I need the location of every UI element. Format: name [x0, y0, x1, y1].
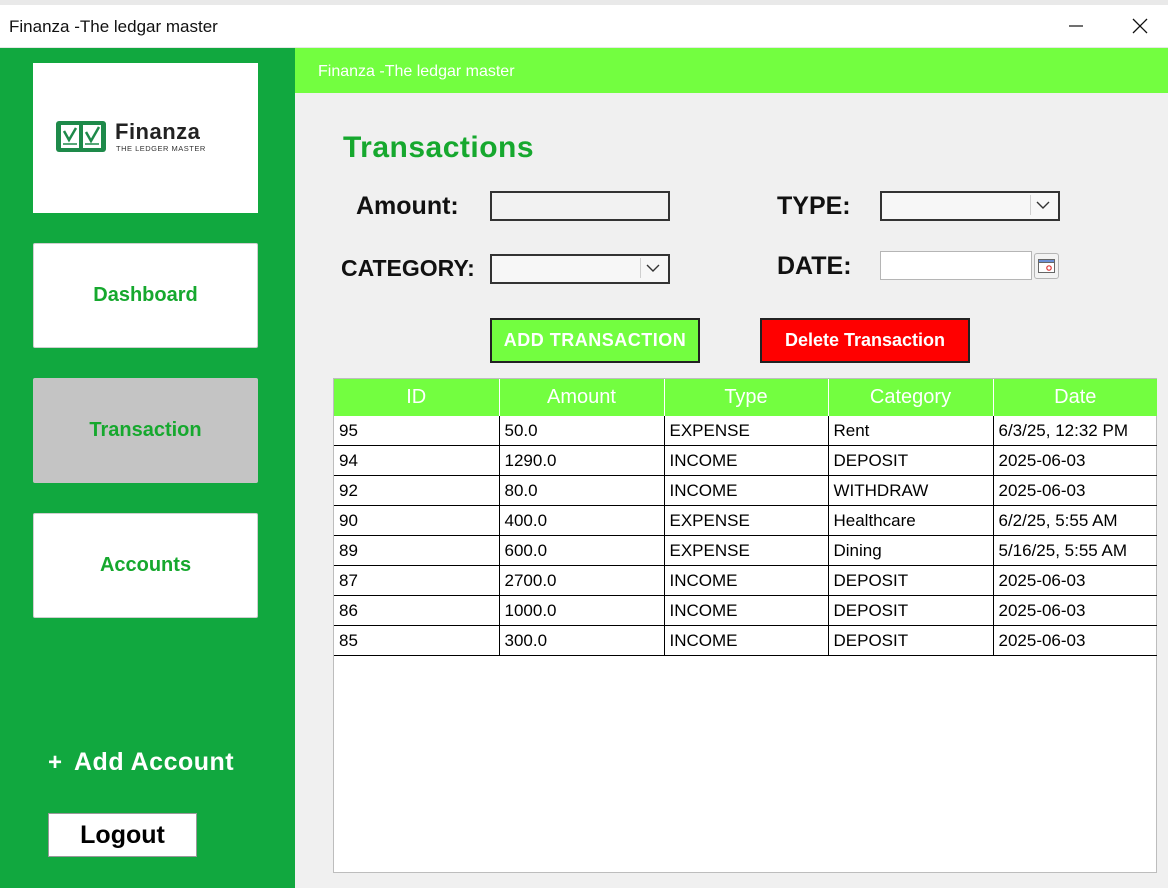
date-picker-button[interactable] — [1034, 253, 1059, 279]
date-label: DATE: — [777, 252, 852, 280]
table-row[interactable]: 85 300.0 INCOME DEPOSIT 2025-06-03 — [334, 625, 1157, 656]
cell-id: 94 — [334, 445, 500, 476]
logo-name: Finanza — [115, 119, 201, 144]
header-title: Finanza -The ledgar master — [318, 63, 515, 80]
cell-category: DEPOSIT — [828, 445, 994, 476]
nav-transaction-button[interactable]: Transaction — [33, 378, 258, 483]
close-button[interactable] — [1117, 8, 1163, 44]
nav-dashboard-label: Dashboard — [93, 284, 198, 306]
cell-id: 92 — [334, 475, 500, 506]
type-select[interactable] — [880, 191, 1060, 221]
page-title: Transactions — [343, 131, 535, 164]
nav-accounts-button[interactable]: Accounts — [33, 513, 258, 618]
cell-category: DEPOSIT — [828, 625, 994, 656]
table-row[interactable]: 94 1290.0 INCOME DEPOSIT 2025-06-03 — [334, 445, 1157, 476]
ledger-book-icon — [56, 121, 106, 152]
column-header-type[interactable]: Type — [664, 379, 829, 416]
amount-input[interactable] — [490, 191, 670, 221]
sidebar: Finanza THE LEDGER MASTER Dashboard Tran… — [0, 48, 295, 888]
table-row[interactable]: 89 600.0 EXPENSE Dining 5/16/25, 5:55 AM — [334, 535, 1157, 566]
cell-date: 2025-06-03 — [993, 475, 1157, 506]
chevron-down-icon — [1036, 201, 1050, 209]
amount-label: Amount: — [356, 192, 459, 220]
cell-amount: 1290.0 — [499, 445, 665, 476]
close-icon — [1132, 18, 1148, 34]
cell-id: 86 — [334, 595, 500, 626]
window-title: Finanza -The ledgar master — [9, 17, 218, 36]
column-header-category[interactable]: Category — [828, 379, 994, 416]
add-transaction-button[interactable]: ADD TRANSACTION — [490, 318, 700, 363]
table-row[interactable]: 87 2700.0 INCOME DEPOSIT 2025-06-03 — [334, 565, 1157, 596]
cell-date: 6/3/25, 12:32 PM — [993, 416, 1157, 446]
cell-category: WITHDRAW — [828, 475, 994, 506]
cell-date: 2025-06-03 — [993, 445, 1157, 476]
cell-date: 2025-06-03 — [993, 565, 1157, 596]
cell-amount: 50.0 — [499, 416, 665, 446]
category-select[interactable] — [490, 254, 670, 284]
title-bar-strip — [0, 0, 1168, 5]
logo: Finanza THE LEDGER MASTER — [33, 63, 258, 213]
type-select-divider — [1030, 195, 1031, 215]
logout-button[interactable]: Logout — [48, 813, 197, 857]
cell-amount: 600.0 — [499, 535, 665, 566]
add-account-button[interactable]: + Add Account — [48, 748, 234, 777]
cell-id: 89 — [334, 535, 500, 566]
cell-type: EXPENSE — [664, 416, 829, 446]
cell-amount: 400.0 — [499, 505, 665, 536]
logo-tagline: THE LEDGER MASTER — [116, 144, 206, 153]
table-row[interactable]: 90 400.0 EXPENSE Healthcare 6/2/25, 5:55… — [334, 505, 1157, 536]
cell-amount: 300.0 — [499, 625, 665, 656]
cell-category: Dining — [828, 535, 994, 566]
cell-type: INCOME — [664, 475, 829, 506]
cell-date: 5/16/25, 5:55 AM — [993, 535, 1157, 566]
cell-type: INCOME — [664, 625, 829, 656]
cell-category: Rent — [828, 416, 994, 446]
column-header-id[interactable]: ID — [334, 379, 500, 416]
cell-id: 95 — [334, 416, 500, 446]
delete-transaction-button[interactable]: Delete Transaction — [760, 318, 970, 363]
cell-date: 2025-06-03 — [993, 625, 1157, 656]
calendar-icon — [1038, 259, 1055, 273]
table-row[interactable]: 86 1000.0 INCOME DEPOSIT 2025-06-03 — [334, 595, 1157, 626]
logout-label: Logout — [80, 820, 165, 849]
table-row[interactable]: 92 80.0 INCOME WITHDRAW 2025-06-03 — [334, 475, 1157, 506]
cell-id: 90 — [334, 505, 500, 536]
add-account-label: Add Account — [74, 748, 235, 776]
minimize-button[interactable] — [1053, 8, 1099, 44]
delete-transaction-label: Delete Transaction — [784, 330, 946, 350]
column-header-amount[interactable]: Amount — [499, 379, 665, 416]
cell-id: 85 — [334, 625, 500, 656]
chevron-down-icon — [646, 264, 660, 272]
window-title-bar: Finanza -The ledgar master — [0, 0, 1168, 48]
add-transaction-label: ADD TRANSACTION — [503, 330, 687, 350]
cell-date: 6/2/25, 5:55 AM — [993, 505, 1157, 536]
nav-accounts-label: Accounts — [99, 554, 192, 576]
cell-amount: 1000.0 — [499, 595, 665, 626]
cell-type: EXPENSE — [664, 535, 829, 566]
type-label: TYPE: — [777, 192, 851, 220]
cell-type: INCOME — [664, 595, 829, 626]
cell-id: 87 — [334, 565, 500, 596]
cell-category: Healthcare — [828, 505, 994, 536]
cell-category: DEPOSIT — [828, 595, 994, 626]
plus-icon: + — [48, 749, 63, 776]
cell-type: INCOME — [664, 445, 829, 476]
nav-dashboard-button[interactable]: Dashboard — [33, 243, 258, 348]
table-header-row: ID Amount Type Category Date — [334, 379, 1157, 416]
column-header-date[interactable]: Date — [993, 379, 1157, 416]
transactions-table[interactable]: ID Amount Type Category Date 95 50.0 EXP… — [333, 378, 1157, 873]
cell-amount: 2700.0 — [499, 565, 665, 596]
table-row[interactable]: 95 50.0 EXPENSE Rent 6/3/25, 12:32 PM — [334, 416, 1157, 446]
category-label: CATEGORY: — [341, 255, 475, 281]
cell-type: EXPENSE — [664, 505, 829, 536]
minimize-icon — [1069, 25, 1083, 27]
app-header: Finanza -The ledgar master — [295, 48, 1168, 93]
cell-date: 2025-06-03 — [993, 595, 1157, 626]
nav-transaction-label: Transaction — [89, 419, 202, 441]
category-select-divider — [640, 258, 641, 278]
cell-type: INCOME — [664, 565, 829, 596]
cell-category: DEPOSIT — [828, 565, 994, 596]
cell-amount: 80.0 — [499, 475, 665, 506]
date-input[interactable] — [880, 251, 1032, 280]
